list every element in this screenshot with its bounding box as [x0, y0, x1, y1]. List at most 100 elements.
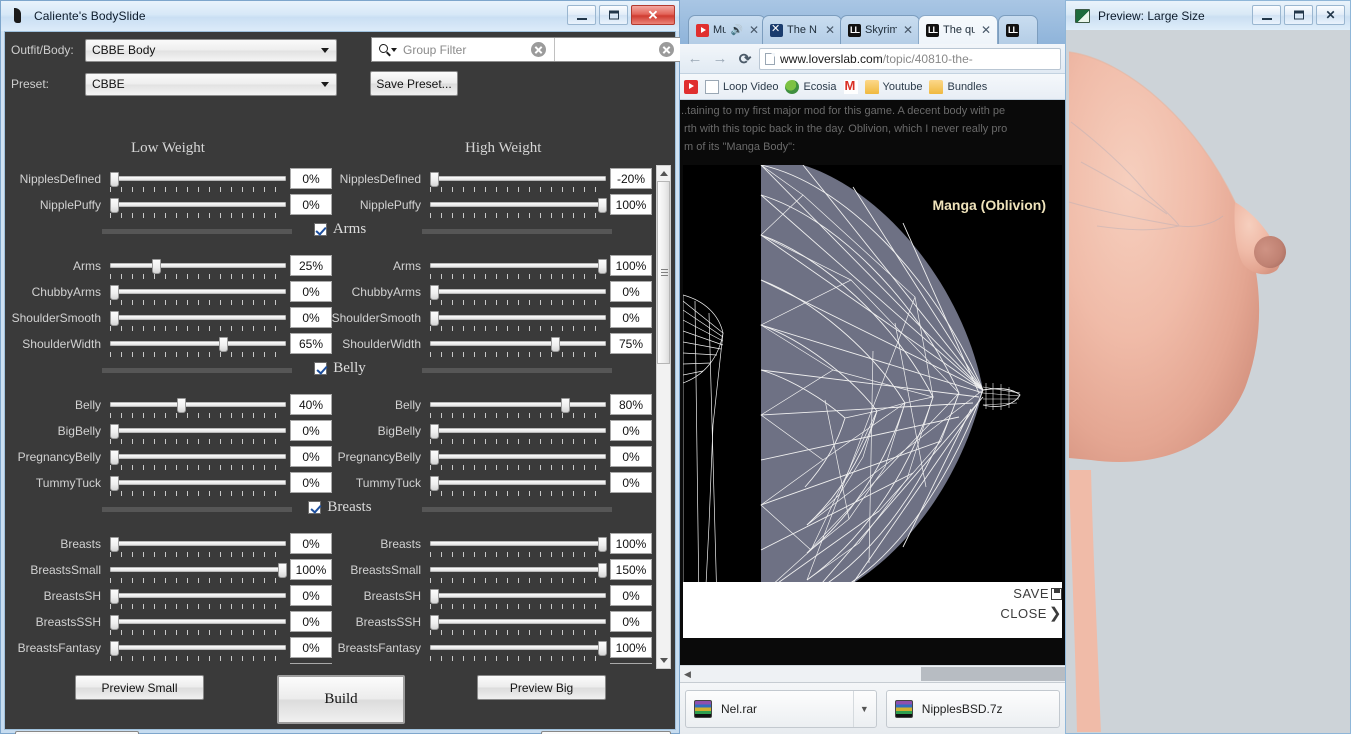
slider-value-high[interactable]: -20% [610, 168, 652, 189]
tab-close-icon[interactable]: ✕ [979, 23, 993, 37]
preset-combobox[interactable]: CBBE [85, 72, 337, 96]
slider-value-high[interactable]: 100% [610, 533, 652, 554]
tab-close-icon[interactable]: ✕ [823, 23, 837, 37]
browser-tab[interactable]: The N ✕ [762, 15, 842, 44]
slider-track-low[interactable] [110, 476, 286, 496]
slider-value-low[interactable]: 25% [290, 255, 332, 276]
preview-small-button[interactable]: Preview Small [75, 675, 204, 700]
slider-list-scrollbar[interactable] [656, 165, 671, 669]
download-item[interactable]: Nel.rar ▼ [685, 689, 877, 728]
slider-thumb-low[interactable] [219, 337, 229, 352]
clear-secondary-filter-icon[interactable] [659, 42, 674, 57]
slider-track-low[interactable] [110, 172, 286, 192]
slider-track-high[interactable] [430, 563, 607, 583]
horizontal-scrollbar[interactable]: ◀ [680, 665, 1065, 682]
slider-thumb-high[interactable] [598, 259, 607, 274]
preview-maximize-button[interactable] [1284, 5, 1313, 25]
slider-thumb-low[interactable] [177, 398, 187, 413]
scrollbar-thumb[interactable] [657, 181, 670, 364]
slider-thumb-low[interactable] [110, 198, 119, 213]
secondary-filter-field[interactable] [555, 42, 683, 57]
slider-track-low[interactable] [110, 337, 286, 357]
slider-track-low[interactable] [110, 285, 286, 305]
preview-minimize-button[interactable] [1252, 5, 1281, 25]
slider-value-high[interactable]: 80% [610, 394, 652, 415]
scroll-left-icon[interactable]: ◀ [680, 669, 695, 680]
preview-render-canvas[interactable] [1067, 30, 1349, 732]
slider-track-high[interactable] [430, 615, 606, 635]
bookmark-item[interactable]: Loop Video [705, 79, 778, 94]
slider-track-high[interactable] [430, 259, 607, 279]
slider-thumb-high[interactable] [430, 476, 439, 491]
forward-icon[interactable]: → [709, 48, 731, 70]
outfit-combobox[interactable]: CBBE Body [85, 38, 337, 62]
slider-thumb-low[interactable] [110, 537, 119, 552]
slider-value-high[interactable]: 150% [610, 559, 652, 580]
slider-track-low[interactable] [110, 563, 287, 583]
slider-value-low[interactable]: 0% [290, 472, 332, 493]
slider-thumb-low[interactable] [110, 641, 119, 656]
slider-thumb-high[interactable] [598, 563, 607, 578]
reload-icon[interactable]: ⟳ [734, 48, 756, 70]
section-checkbox-breasts[interactable] [308, 501, 322, 514]
slider-thumb-low[interactable] [152, 259, 161, 274]
slider-value-low[interactable]: 65% [290, 333, 332, 354]
slider-track-low[interactable] [110, 198, 286, 218]
slider-thumb-high[interactable] [430, 615, 439, 630]
bookmark-item[interactable]: Youtube [864, 79, 922, 94]
slider-value-low[interactable]: 40% [290, 394, 332, 415]
slider-track-high[interactable] [430, 589, 606, 609]
slider-track-high[interactable] [430, 337, 606, 357]
tab-close-icon[interactable]: ✕ [901, 23, 915, 37]
hscroll-thumb[interactable] [921, 667, 1065, 681]
slider-value-high[interactable]: 0% [610, 611, 652, 632]
minimize-button[interactable] [567, 5, 596, 25]
section-checkbox-arms[interactable] [313, 223, 327, 236]
slider-thumb-high[interactable] [430, 450, 439, 465]
slider-thumb-high[interactable] [561, 398, 571, 413]
slider-track-low[interactable] [110, 259, 286, 279]
slider-track-low[interactable] [110, 424, 286, 444]
tab-close-icon[interactable]: ✕ [747, 23, 761, 37]
preview-close-button[interactable]: ✕ [1316, 5, 1345, 25]
slider-track-high[interactable] [430, 311, 606, 331]
slider-track-low[interactable] [110, 398, 286, 418]
slider-value-high[interactable]: 0% [610, 472, 652, 493]
back-icon[interactable]: ← [684, 48, 706, 70]
bookmark-item[interactable]: Bundles [929, 79, 987, 94]
slider-value-high[interactable]: 0% [610, 663, 652, 664]
slider-track-high[interactable] [430, 398, 606, 418]
clear-group-filter-icon[interactable] [530, 42, 546, 57]
save-preset-button[interactable]: Save Preset... [370, 71, 458, 96]
slider-value-low[interactable]: 0% [290, 585, 332, 606]
slider-track-high[interactable] [430, 476, 606, 496]
bodyslide-titlebar[interactable]: Caliente's BodySlide ✕ [1, 1, 679, 31]
slider-value-low[interactable]: 0% [290, 307, 332, 328]
download-menu-icon[interactable]: ▼ [852, 690, 872, 727]
slider-thumb-high[interactable] [598, 641, 607, 656]
slider-value-low[interactable]: 0% [290, 420, 332, 441]
slider-thumb-high[interactable] [598, 198, 607, 213]
page-info-icon[interactable] [765, 52, 775, 65]
scroll-down-icon[interactable] [657, 653, 670, 668]
slider-thumb-high[interactable] [598, 537, 607, 552]
bookmark-item[interactable] [843, 78, 858, 94]
slider-thumb-low[interactable] [110, 476, 119, 491]
slider-track-high[interactable] [430, 172, 606, 192]
slider-track-high[interactable] [430, 641, 607, 661]
slider-thumb-low[interactable] [110, 450, 119, 465]
browser-tab[interactable]: LL The qu ✕ [918, 15, 998, 44]
close-overlay-button[interactable]: CLOSE ❯ [1000, 604, 1062, 622]
slider-track-low[interactable] [110, 589, 286, 609]
hscroll-track[interactable] [695, 666, 1065, 682]
bookmark-item[interactable] [684, 79, 698, 94]
slider-thumb-high[interactable] [550, 337, 560, 352]
slider-value-low[interactable]: 0% [290, 533, 332, 554]
slider-track-low[interactable] [110, 311, 286, 331]
slider-track-high[interactable] [430, 424, 606, 444]
slider-thumb-low[interactable] [110, 311, 119, 326]
slider-thumb-low[interactable] [110, 615, 119, 630]
close-button[interactable]: ✕ [631, 5, 675, 25]
slider-value-high[interactable]: 75% [610, 333, 652, 354]
slider-value-low[interactable]: 0% [290, 611, 332, 632]
